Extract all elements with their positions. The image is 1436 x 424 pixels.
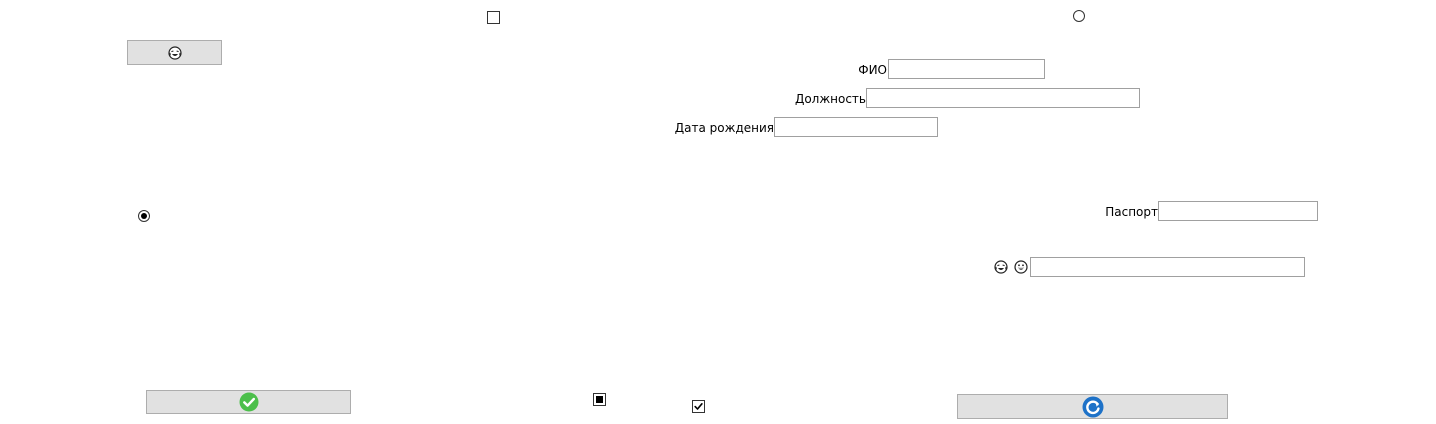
checked-checkbox[interactable] [692,400,705,413]
grinning-face-icon [1014,260,1028,274]
passport-label: Паспорт [1105,205,1158,219]
passport-input[interactable] [1158,201,1318,221]
green-check-circle-icon [239,392,258,412]
position-label: Должность [794,92,866,106]
checkmark-icon [694,403,703,410]
emoji-button[interactable] [127,40,222,65]
birth-date-input[interactable] [774,117,938,137]
blue-refresh-icon [1082,396,1103,417]
emoji-text-input[interactable] [1030,257,1305,277]
fio-label: ФИО [858,63,887,77]
left-radio[interactable] [138,210,150,222]
birth-date-label: Дата рождения [674,121,774,135]
indeterminate-checkbox[interactable] [593,393,606,406]
top-checkbox[interactable] [487,11,500,24]
refresh-button[interactable] [957,394,1228,419]
fio-input[interactable] [888,59,1045,79]
ok-button[interactable] [146,390,351,414]
top-radio[interactable] [1073,10,1085,22]
laughing-crying-face-icon [167,45,182,60]
laughing-crying-face-icon [994,260,1008,274]
position-input[interactable] [866,88,1140,108]
